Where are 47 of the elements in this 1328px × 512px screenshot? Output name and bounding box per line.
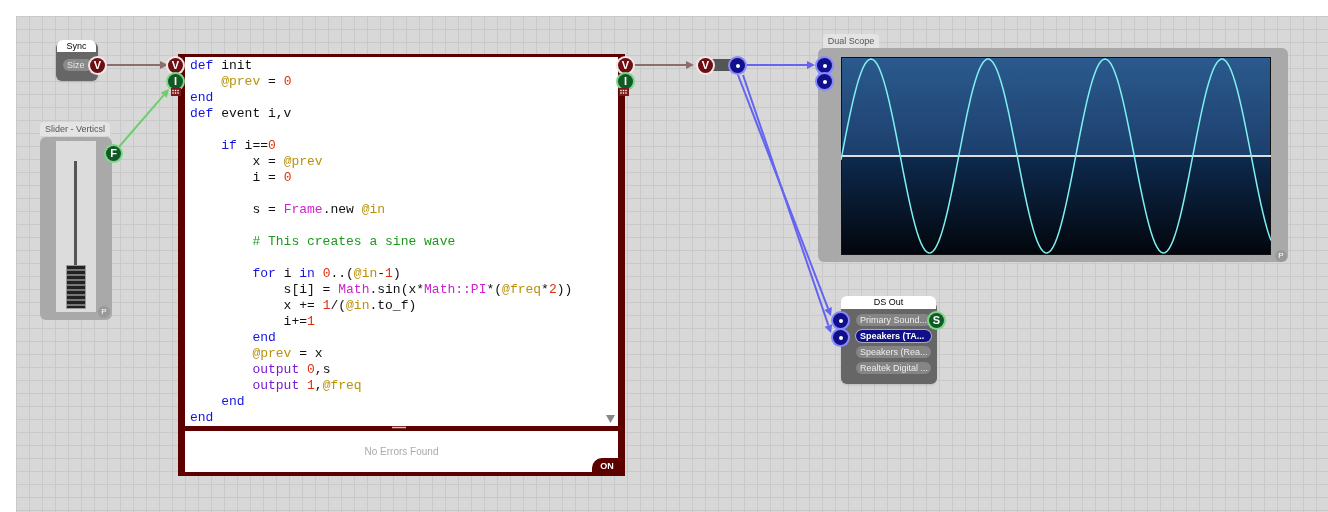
connector[interactable]: V bbox=[90, 58, 105, 73]
connector[interactable]: I bbox=[168, 74, 183, 89]
code-line: output 1,@freq bbox=[251, 378, 362, 394]
scroll-down-icon[interactable] bbox=[606, 415, 615, 423]
connector[interactable]: I bbox=[618, 74, 633, 89]
frame-connector[interactable] bbox=[817, 74, 832, 89]
device-option[interactable]: Speakers (TA... bbox=[856, 330, 931, 342]
code-line: if i==0 bbox=[220, 138, 276, 154]
code-line: end bbox=[190, 90, 214, 106]
module-title: Slider - Verticsl bbox=[40, 122, 110, 136]
resize-grip-icon[interactable] bbox=[392, 426, 406, 429]
link-wire bbox=[104, 61, 168, 69]
code-line: @prev = 0 bbox=[220, 74, 292, 90]
code-line: def event i,v bbox=[190, 106, 292, 122]
code-line: # This creates a sine wave bbox=[251, 234, 456, 250]
code-line: end bbox=[220, 394, 245, 410]
module-title: Sync bbox=[57, 40, 96, 52]
frame-connector[interactable] bbox=[730, 58, 745, 73]
code-line: x += 1/(@in.to_f) bbox=[282, 298, 417, 314]
code-line: end bbox=[251, 330, 276, 346]
slider-thumb[interactable] bbox=[66, 265, 86, 309]
code-line: s = Frame.new @in bbox=[251, 202, 386, 218]
code-line: output 0,s bbox=[251, 362, 331, 378]
connector[interactable]: V bbox=[618, 58, 633, 73]
link-wire bbox=[744, 61, 815, 69]
link-wire bbox=[117, 89, 169, 149]
code-line: def init bbox=[190, 58, 253, 74]
frame-connector[interactable] bbox=[817, 58, 832, 73]
code-line: end bbox=[190, 410, 214, 426]
connector[interactable]: F bbox=[106, 146, 121, 161]
connector[interactable]: V bbox=[698, 58, 713, 73]
connector[interactable]: S bbox=[929, 313, 944, 328]
grid-icon[interactable] bbox=[171, 88, 181, 96]
code-line: @prev = x bbox=[251, 346, 323, 362]
connector[interactable]: V bbox=[168, 58, 183, 73]
link-wire bbox=[632, 61, 694, 69]
module-title: Dual Scope bbox=[823, 34, 879, 48]
code-line: x = @prev bbox=[251, 154, 323, 170]
frame-connector[interactable] bbox=[833, 330, 848, 345]
grid-icon[interactable] bbox=[619, 88, 629, 96]
code-line: s[i] = Math.sin(x*Math::PI*(@freq*2)) bbox=[282, 282, 573, 298]
status-text: No Errors Found bbox=[364, 445, 439, 459]
code-line: for i in 0..(@in-1) bbox=[251, 266, 401, 282]
frame-connector[interactable] bbox=[833, 313, 848, 328]
module-title: DS Out bbox=[841, 296, 936, 309]
code-line: i = 0 bbox=[251, 170, 292, 186]
code-line: i+=1 bbox=[282, 314, 315, 330]
